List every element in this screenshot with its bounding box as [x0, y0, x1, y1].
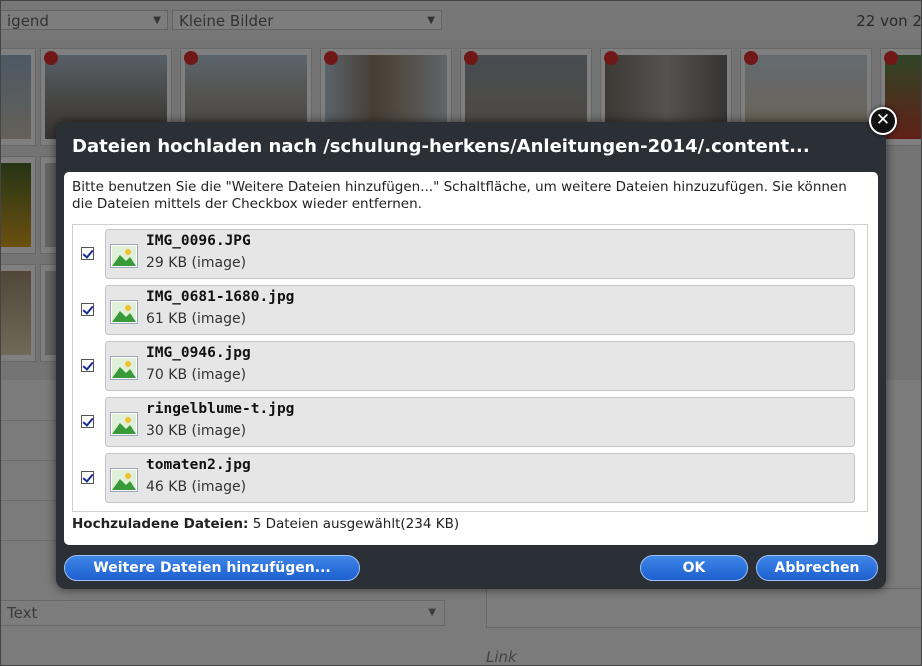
upload-summary: Hochzuladene Dateien: 5 Dateien ausgewäh…: [72, 516, 459, 532]
file-row: IMG_0096.JPG 29 KB (image): [73, 225, 867, 281]
file-row: IMG_0946.jpg 70 KB (image): [73, 337, 867, 393]
checkbox-checked-icon[interactable]: [81, 359, 94, 372]
file-card: IMG_0681-1680.jpg 61 KB (image): [105, 285, 855, 335]
checkbox-checked-icon[interactable]: [81, 471, 94, 484]
file-name: IMG_0681-1680.jpg: [146, 289, 295, 305]
file-row: IMG_0681-1680.jpg 61 KB (image): [73, 281, 867, 337]
checkbox-checked-icon[interactable]: [81, 247, 94, 260]
checkbox-checked-icon[interactable]: [81, 303, 94, 316]
file-name: tomaten2.jpg: [146, 457, 251, 473]
add-files-button[interactable]: Weitere Dateien hinzufügen...: [64, 555, 360, 581]
upload-dialog: Dateien hochladen nach /schulung-herkens…: [56, 122, 886, 589]
image-file-icon: [110, 244, 138, 268]
cancel-button[interactable]: Abbrechen: [756, 555, 878, 581]
file-name: ringelblume-t.jpg: [146, 401, 295, 417]
file-size: 30 KB (image): [146, 423, 247, 439]
file-list: IMG_0096.JPG 29 KB (image) IMG_0681-1680…: [72, 224, 868, 512]
checkbox-checked-icon[interactable]: [81, 415, 94, 428]
close-icon[interactable]: ✕: [869, 107, 897, 135]
file-name: IMG_0946.jpg: [146, 345, 251, 361]
summary-value: 5 Dateien ausgewählt(234 KB): [252, 516, 460, 532]
file-card: IMG_0946.jpg 70 KB (image): [105, 341, 855, 391]
file-row: ringelblume-t.jpg 30 KB (image): [73, 393, 867, 449]
file-row: tomaten2.jpg 46 KB (image): [73, 449, 867, 505]
image-file-icon: [110, 468, 138, 492]
file-card: tomaten2.jpg 46 KB (image): [105, 453, 855, 503]
file-size: 70 KB (image): [146, 367, 247, 383]
image-file-icon: [110, 300, 138, 324]
summary-label: Hochzuladene Dateien:: [72, 516, 249, 532]
file-card: IMG_0096.JPG 29 KB (image): [105, 229, 855, 279]
image-file-icon: [110, 412, 138, 436]
ok-button[interactable]: OK: [640, 555, 748, 581]
file-card: ringelblume-t.jpg 30 KB (image): [105, 397, 855, 447]
file-size: 46 KB (image): [146, 479, 247, 495]
dialog-title: Dateien hochladen nach /schulung-herkens…: [72, 136, 810, 157]
file-size: 61 KB (image): [146, 311, 247, 327]
image-file-icon: [110, 356, 138, 380]
instructions-text: Bitte benutzen Sie die "Weitere Dateien …: [72, 179, 847, 212]
file-size: 29 KB (image): [146, 255, 247, 271]
dialog-body: Bitte benutzen Sie die "Weitere Dateien …: [64, 172, 878, 545]
file-name: IMG_0096.JPG: [146, 233, 251, 249]
